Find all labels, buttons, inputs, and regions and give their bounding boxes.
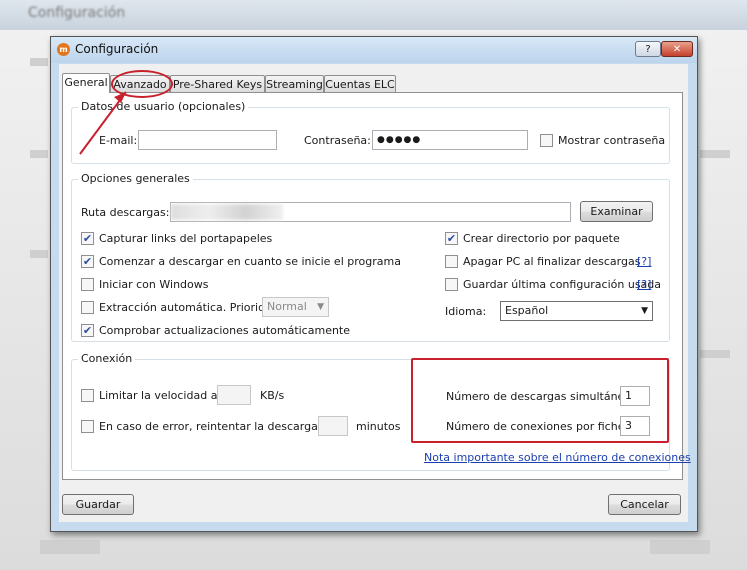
annotation-arrow — [79, 91, 127, 155]
tab-general[interactable]: General — [62, 73, 110, 93]
annotation-box — [411, 358, 669, 443]
